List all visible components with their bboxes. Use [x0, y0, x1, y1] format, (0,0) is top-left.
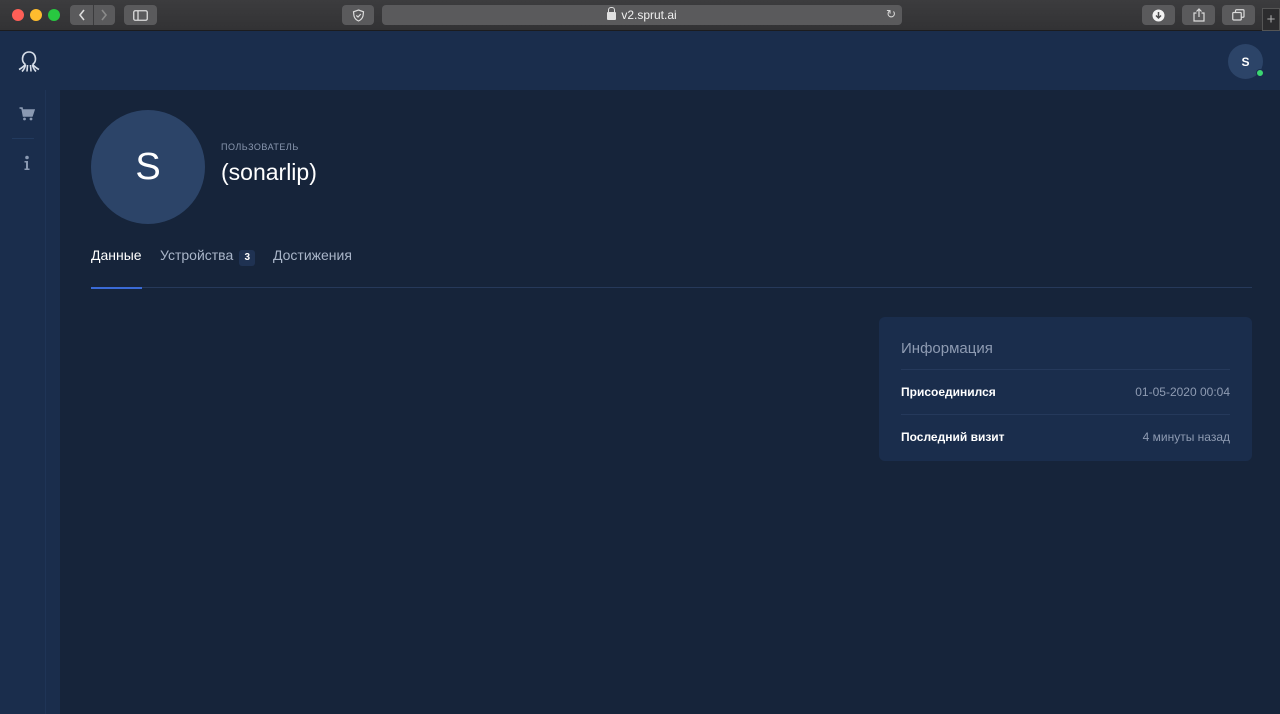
browser-toolbar: v2.sprut.ai ↻ +	[0, 0, 1280, 31]
chevron-left-icon	[78, 9, 85, 21]
sidebar-nav	[0, 90, 46, 714]
shield-icon	[352, 8, 364, 22]
sidebar-toggle-button[interactable]	[124, 5, 157, 25]
devices-count-badge: 3	[239, 250, 256, 266]
avatar-initial: S	[1241, 54, 1250, 69]
profile-name: (sonarlip)	[221, 159, 317, 185]
profile-page: S ПОЛЬЗОВАТЕЛЬ (sonarlip) Данные Устройс…	[60, 90, 1280, 714]
back-button[interactable]	[71, 5, 93, 25]
download-icon	[1152, 9, 1165, 21]
info-card-title: Информация	[901, 340, 993, 357]
info-icon[interactable]	[18, 154, 36, 172]
cart-icon[interactable]	[18, 105, 36, 123]
privacy-shield-button[interactable]	[342, 5, 374, 25]
user-menu-avatar[interactable]: S	[1228, 44, 1264, 79]
info-row-joined: Присоединился 01-05-2020 00:04	[901, 369, 1230, 414]
app-sidebar	[0, 31, 60, 714]
tab-overview-button[interactable]	[1222, 5, 1255, 25]
tab-label: Устройства	[160, 247, 234, 263]
zoom-window-button[interactable]	[48, 9, 60, 21]
share-button[interactable]	[1182, 5, 1215, 25]
profile-role: ПОЛЬЗОВАТЕЛЬ	[221, 142, 299, 152]
info-card: Информация Присоединился 01-05-2020 00:0…	[879, 317, 1252, 461]
info-row-last-visit: Последний визит 4 минуты назад	[901, 414, 1230, 459]
profile-avatar-initial: S	[135, 145, 161, 188]
tab-data[interactable]: Данные	[91, 247, 142, 289]
app-header: S	[60, 31, 1280, 90]
share-icon	[1192, 8, 1205, 22]
tabs-icon	[1232, 9, 1245, 21]
tab-label: Данные	[91, 247, 142, 263]
downloads-button[interactable]	[1142, 5, 1175, 25]
info-row-label: Последний визит	[901, 430, 1005, 444]
tab-devices[interactable]: Устройства 3	[160, 247, 256, 288]
info-row-value: 01-05-2020 00:04	[1135, 385, 1230, 399]
tab-label: Достижения	[273, 247, 352, 263]
sidebar-divider	[12, 138, 34, 139]
close-window-button[interactable]	[12, 9, 24, 21]
profile-tabs: Данные Устройства 3 Достижения	[91, 240, 1252, 289]
minimize-window-button[interactable]	[30, 9, 42, 21]
info-row-value: 4 минуты назад	[1142, 430, 1230, 444]
profile-avatar: S	[91, 110, 205, 224]
online-status-indicator	[1256, 69, 1264, 77]
info-row-label: Присоединился	[901, 385, 996, 399]
reload-icon[interactable]: ↻	[886, 7, 896, 21]
url-text: v2.sprut.ai	[621, 8, 677, 22]
new-tab-button[interactable]: +	[1262, 8, 1280, 31]
history-nav	[70, 5, 115, 25]
octopus-logo-icon[interactable]	[17, 50, 41, 74]
sidebar-icon	[133, 9, 148, 21]
lock-icon	[607, 7, 617, 20]
logo-graphic	[18, 51, 40, 73]
forward-button[interactable]	[92, 5, 115, 25]
address-bar[interactable]: v2.sprut.ai ↻	[382, 5, 902, 25]
chevron-right-icon	[101, 9, 108, 21]
tab-achievements[interactable]: Достижения	[273, 247, 352, 288]
